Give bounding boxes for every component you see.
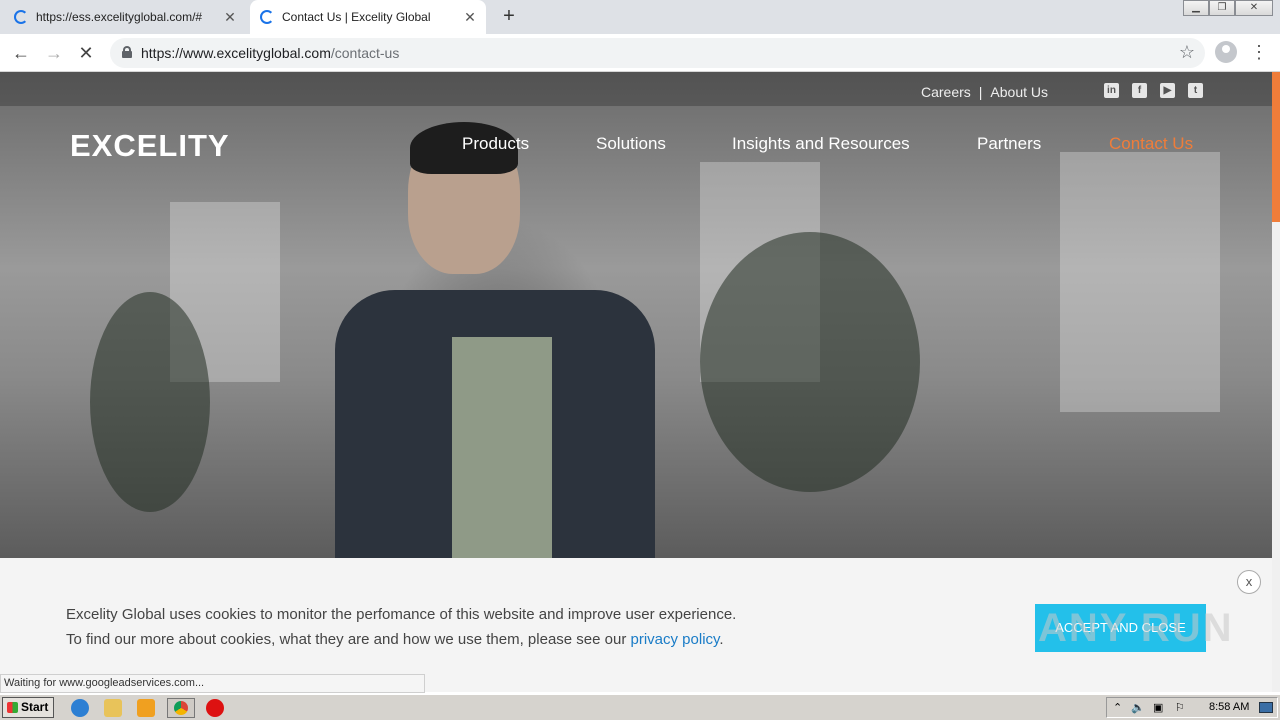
clock[interactable]: 8:58 AM [1209, 701, 1249, 713]
system-tray: ⌃ 🔈 ▣ ⚐ 8:58 AM [1106, 697, 1278, 718]
url-host: https://www.excelityglobal.com [141, 45, 331, 61]
minimize-button[interactable]: ▁ [1183, 0, 1209, 16]
tab-title: https://ess.excelityglobal.com/# [36, 10, 203, 24]
forward-icon[interactable]: → [42, 41, 66, 65]
restore-button[interactable]: ❐ [1209, 0, 1235, 16]
plant-decoration [700, 232, 920, 492]
bookmark-star-icon[interactable]: ☆ [1179, 42, 1195, 63]
status-bubble: Waiting for www.googleadservices.com... [0, 674, 425, 693]
tab-ess[interactable]: https://ess.excelityglobal.com/# ✕ [14, 0, 246, 34]
linkedin-icon[interactable]: in [1104, 83, 1119, 98]
close-tab-icon[interactable]: ✕ [462, 9, 478, 26]
close-window-button[interactable]: ✕ [1235, 0, 1273, 16]
browser-menu-icon[interactable]: ⋮ [1250, 42, 1268, 62]
nav-products[interactable]: Products [462, 134, 529, 154]
tab-strip: https://ess.excelityglobal.com/# ✕ Conta… [0, 0, 1280, 34]
youtube-icon[interactable]: ▶ [1160, 83, 1175, 98]
anyrun-watermark: ANY RUN [1038, 606, 1234, 650]
nav-contact-us[interactable]: Contact Us [1109, 134, 1193, 154]
social-links: in f ▶ t [1104, 83, 1203, 98]
plant-decoration [90, 292, 210, 512]
volume-icon[interactable]: 🔈 [1131, 701, 1145, 714]
explorer-folder-icon[interactable] [104, 699, 122, 717]
profile-avatar-icon[interactable] [1215, 41, 1237, 63]
link-separator: | [978, 84, 983, 100]
cookie-line-2-text: To find our more about cookies, what the… [66, 631, 631, 648]
stop-icon[interactable]: ✕ [74, 41, 98, 65]
web-page: Careers | About Us in f ▶ t EXCELITY Pro… [0, 72, 1280, 692]
cookie-line-2: To find our more about cookies, what the… [66, 627, 736, 652]
url-text[interactable]: https://www.excelityglobal.com/contact-u… [141, 45, 399, 61]
back-icon[interactable]: ← [9, 41, 33, 65]
cookie-line-1: Excelity Global uses cookies to monitor … [66, 606, 737, 623]
lock-icon [122, 46, 132, 58]
internet-explorer-icon[interactable] [71, 699, 89, 717]
new-tab-button[interactable]: + [498, 5, 520, 27]
tab-title: Contact Us | Excelity Global [282, 10, 431, 24]
background-window [1060, 152, 1220, 412]
scrollbar-thumb[interactable] [1272, 72, 1280, 222]
excelity-logo[interactable]: EXCELITY [70, 128, 230, 164]
loading-spinner-icon [260, 10, 274, 24]
start-button[interactable]: Start [2, 697, 54, 718]
cookie-close-button[interactable]: x [1237, 570, 1261, 594]
tray-expand-icon[interactable]: ⌃ [1113, 701, 1122, 714]
chrome-taskbar-icon[interactable] [167, 698, 195, 718]
nav-insights-resources[interactable]: Insights and Resources [732, 134, 910, 154]
cookie-line-2-end: . [719, 631, 724, 648]
loading-spinner-icon [14, 10, 28, 24]
person-shirt [452, 337, 552, 562]
close-tab-icon[interactable]: ✕ [222, 9, 238, 26]
show-desktop-icon[interactable] [1259, 702, 1273, 713]
top-band [0, 72, 1272, 106]
privacy-policy-link[interactable]: privacy policy [631, 631, 720, 648]
stop-sign-icon[interactable] [206, 699, 224, 717]
nav-solutions[interactable]: Solutions [596, 134, 666, 154]
careers-link[interactable]: Careers [921, 84, 971, 100]
media-player-icon[interactable] [137, 699, 155, 717]
browser-toolbar: ← → ✕ https://www.excelityglobal.com/con… [0, 34, 1280, 72]
twitter-icon[interactable]: t [1188, 83, 1203, 98]
cookie-message: Excelity Global uses cookies to monitor … [66, 602, 736, 652]
network-icon[interactable]: ▣ [1153, 701, 1163, 714]
utility-links: Careers | About Us [921, 82, 1048, 102]
url-path: /contact-us [330, 45, 400, 61]
nav-partners[interactable]: Partners [977, 134, 1041, 154]
about-us-link[interactable]: About Us [990, 84, 1048, 100]
address-bar[interactable]: https://www.excelityglobal.com/contact-u… [110, 38, 1205, 68]
windows-taskbar: Start ⌃ 🔈 ▣ ⚐ 8:58 AM [0, 694, 1280, 720]
facebook-icon[interactable]: f [1132, 83, 1147, 98]
flag-icon[interactable]: ⚐ [1175, 701, 1185, 714]
tab-contact-us[interactable]: Contact Us | Excelity Global ✕ [250, 0, 486, 34]
